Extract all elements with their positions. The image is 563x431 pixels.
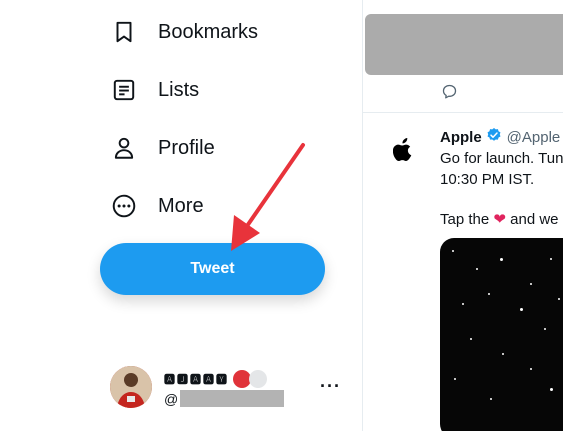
sidebar-item-profile[interactable]: Profile — [110, 128, 215, 168]
star — [488, 293, 490, 295]
account-display-name: 🅰🅹🅰🅰🆈 — [164, 374, 229, 386]
previous-tweet-media[interactable] — [365, 14, 563, 75]
tweet-separator — [363, 112, 563, 113]
avatar — [110, 366, 152, 408]
sidebar-item-bookmarks[interactable]: Bookmarks — [110, 12, 258, 52]
lists-icon — [110, 76, 138, 104]
profile-icon — [110, 134, 138, 162]
sidebar-item-more[interactable]: More — [110, 186, 204, 226]
tweet-text-tap: Tap the — [440, 211, 490, 228]
star — [530, 368, 532, 370]
tweet-author-handle[interactable]: @Apple — [507, 129, 561, 146]
tweet-button[interactable]: Tweet — [100, 243, 325, 295]
redacted-handle — [180, 390, 285, 407]
sidebar: Bookmarks Lists Profile More Tweet 🅰🅹🅰🅰🆈… — [0, 0, 362, 431]
tweet-button-label: Tweet — [190, 260, 235, 277]
account-handle-prefix: @ — [164, 390, 179, 407]
star — [544, 328, 546, 330]
verified-badge-icon — [486, 127, 502, 147]
star — [558, 298, 560, 300]
tweet-media-video[interactable] — [440, 238, 563, 431]
star — [462, 303, 464, 305]
sidebar-item-label: Lists — [158, 78, 200, 101]
account-switcher[interactable]: 🅰🅹🅰🅰🆈 @ — [110, 366, 340, 410]
tweet-text-and-we: and we — [510, 211, 559, 228]
tweet-author-name[interactable]: Apple — [440, 129, 482, 146]
star — [454, 378, 456, 380]
tweet-header: Apple @Apple — [440, 127, 560, 147]
star — [520, 308, 523, 311]
bookmark-icon — [110, 18, 138, 46]
account-name: 🅰🅹🅰🅰🆈 — [164, 370, 267, 388]
star — [550, 388, 553, 391]
reply-icon[interactable] — [441, 83, 458, 105]
account-more-icon[interactable]: ··· — [320, 376, 341, 397]
sidebar-item-label: Bookmarks — [158, 20, 259, 43]
tweet-text-line-1: Go for launch. Tun — [440, 150, 563, 167]
star — [476, 268, 478, 270]
star — [502, 353, 504, 355]
account-handle: @ — [164, 390, 285, 407]
star — [490, 398, 492, 400]
star — [500, 258, 503, 261]
sidebar-item-lists[interactable]: Lists — [110, 70, 199, 110]
sidebar-item-label: More — [158, 194, 204, 217]
star — [452, 250, 454, 252]
heart-icon: ❤ — [493, 211, 506, 228]
apple-logo-icon[interactable] — [392, 138, 413, 167]
more-circle-icon — [110, 192, 138, 220]
star — [470, 338, 472, 340]
star — [530, 283, 532, 285]
sidebar-item-label: Profile — [158, 136, 215, 159]
tweet-text-line-2: 10:30 PM IST. — [440, 171, 535, 188]
timeline: Apple @Apple Go for launch. Tun 10:30 PM… — [363, 0, 563, 431]
star — [550, 258, 552, 260]
white-circle-emoji — [249, 370, 267, 388]
tweet-text-line-3: Tap the ❤ and we — [440, 210, 559, 228]
